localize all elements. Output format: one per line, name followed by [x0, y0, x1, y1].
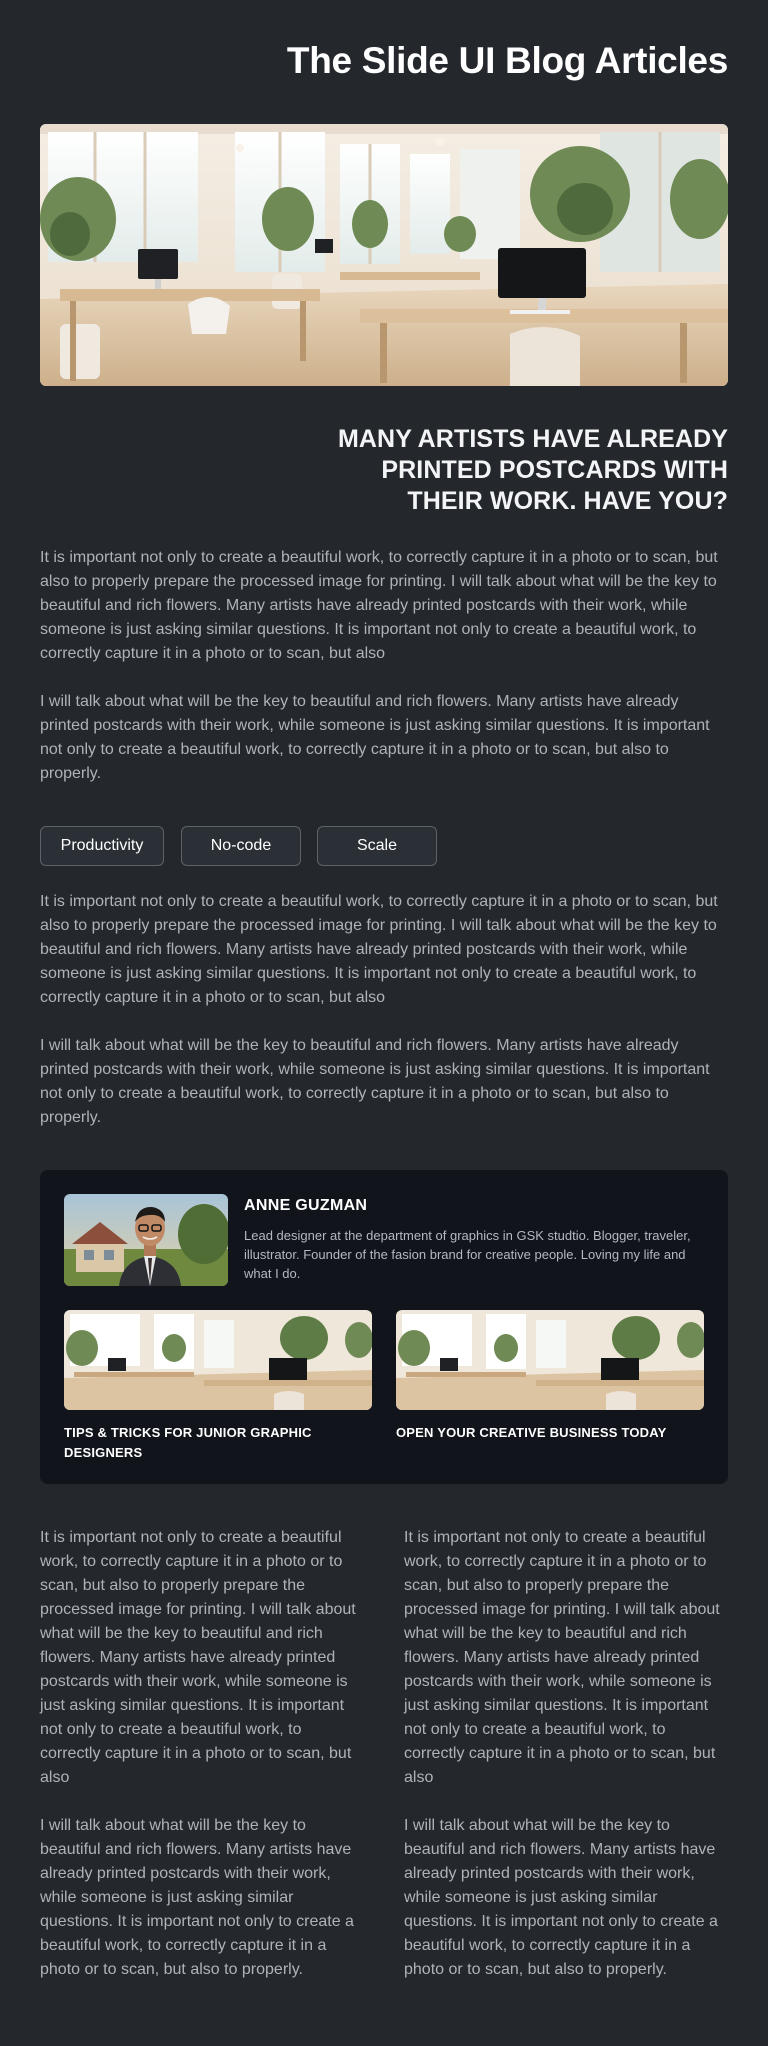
related-article-title-1[interactable]: TIPS & TRICKS FOR JUNIOR GRAPHIC DESIGNE…: [64, 1423, 354, 1463]
related-article-image-2[interactable]: [396, 1310, 704, 1410]
article-heading: MANY ARTISTS HAVE ALREADY PRINTED POSTCA…: [337, 425, 728, 515]
related-article-image-1[interactable]: [64, 1310, 372, 1410]
right-column-paragraph-1: It is important not only to create a bea…: [404, 1529, 720, 1786]
right-column-paragraph-2: I will talk about what will be the key t…: [404, 1817, 718, 1978]
left-column-paragraph-2: I will talk about what will be the key t…: [40, 1817, 354, 1978]
tag-no-code[interactable]: No-code: [181, 826, 301, 866]
article-paragraph-4: I will talk about what will be the key t…: [40, 1037, 710, 1126]
tag-productivity[interactable]: Productivity: [40, 826, 164, 866]
blog-page: The Slide UI Blog Articles MANY ARTISTS …: [0, 0, 768, 2046]
left-column-paragraph-1: It is important not only to create a bea…: [40, 1529, 356, 1786]
author-bio: Lead designer at the department of graph…: [244, 1228, 691, 1281]
related-article-title-2[interactable]: OPEN YOUR CREATIVE BUSINESS TODAY: [396, 1423, 686, 1443]
page-title: The Slide UI Blog Articles: [286, 40, 728, 81]
avatar: [64, 1194, 228, 1286]
article-paragraph-3: It is important not only to create a bea…: [40, 893, 718, 1006]
article-paragraph-1: It is important not only to create a bea…: [40, 549, 718, 662]
author-name: ANNE GUZMAN: [244, 1197, 368, 1214]
hero-image: [40, 124, 728, 386]
author-card: ANNE GUZMAN Lead designer at the departm…: [40, 1170, 728, 1484]
tag-scale[interactable]: Scale: [317, 826, 437, 866]
article-paragraph-2: I will talk about what will be the key t…: [40, 693, 710, 782]
